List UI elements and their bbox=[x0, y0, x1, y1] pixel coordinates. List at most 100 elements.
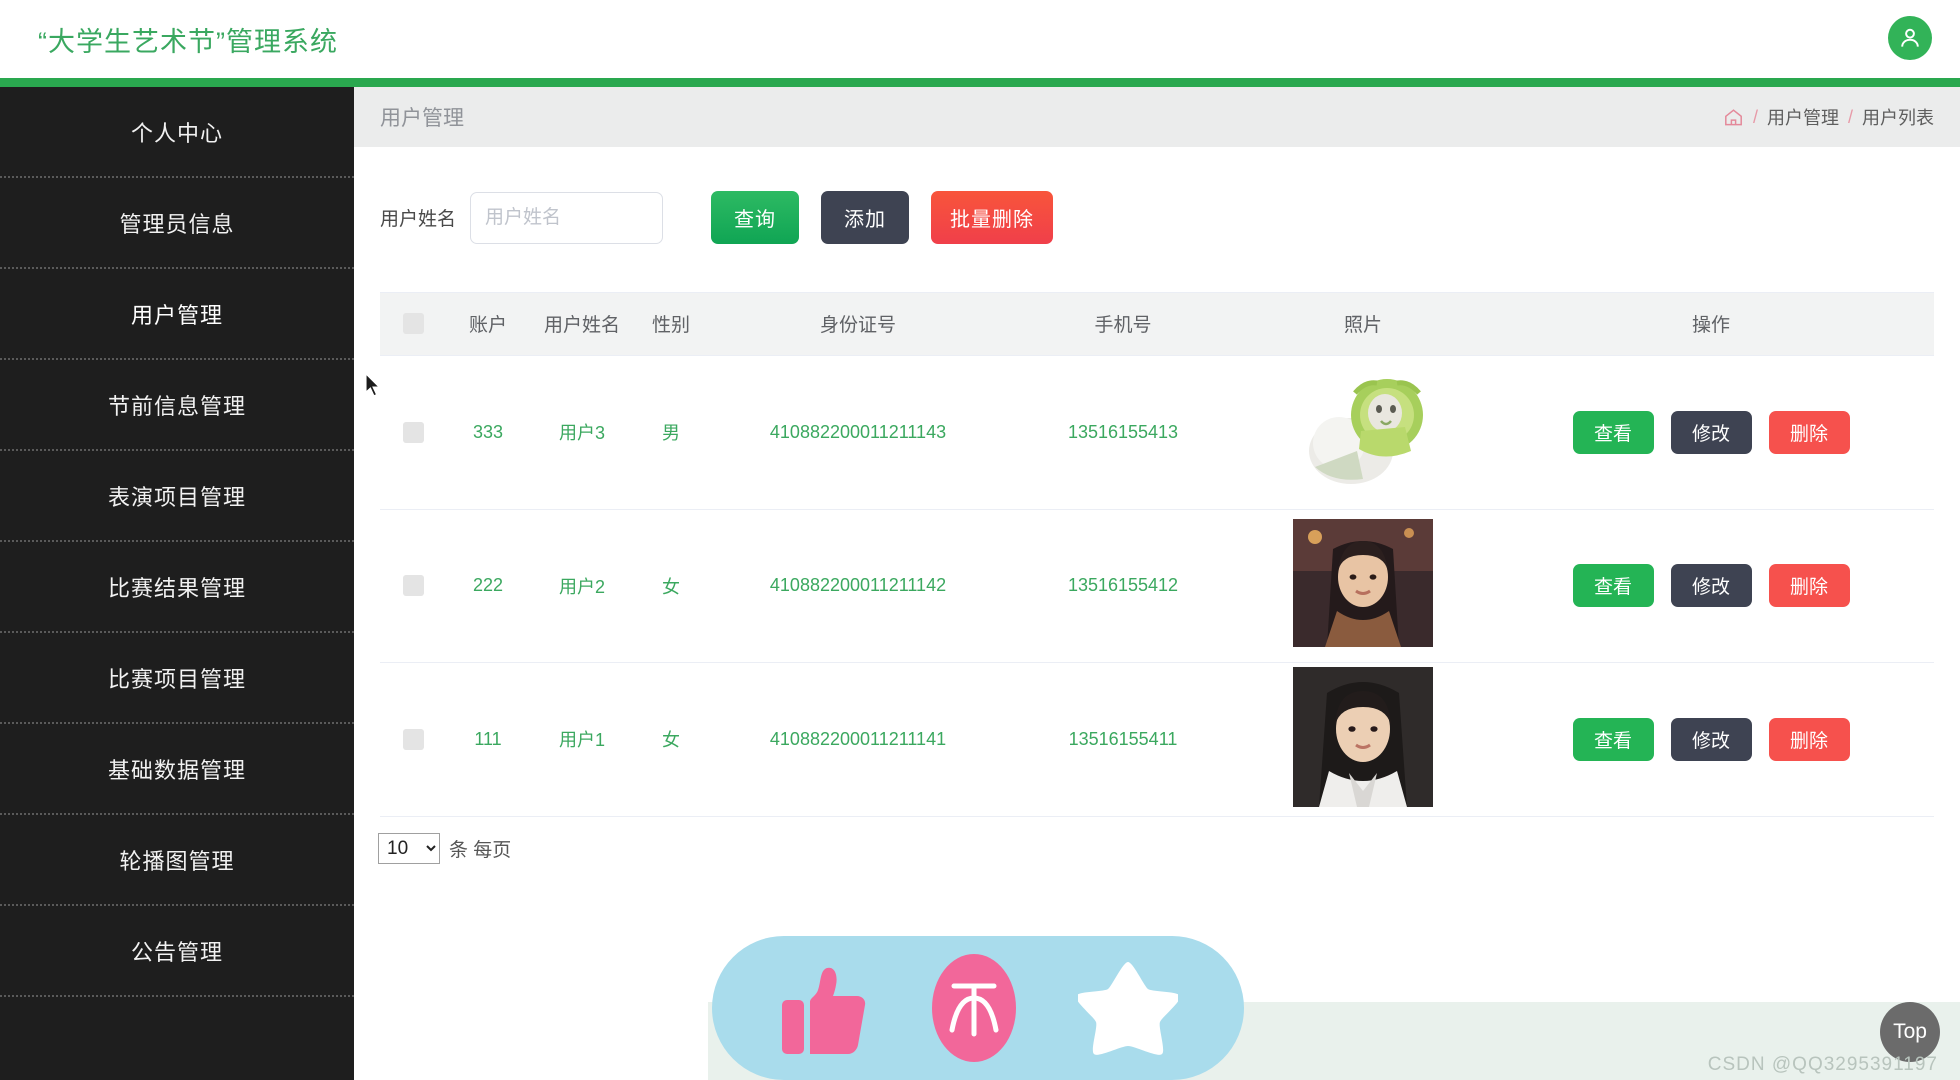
cell-gender: 女 bbox=[634, 662, 708, 817]
jade-cabbage-dog-photo[interactable] bbox=[1295, 371, 1431, 494]
row-select-cell[interactable] bbox=[380, 355, 446, 510]
edit-button[interactable]: 修改 bbox=[1670, 564, 1752, 607]
cell-gender: 女 bbox=[634, 509, 708, 663]
sidebar-item-user-management[interactable]: 用户管理 bbox=[0, 269, 354, 360]
row-select-cell[interactable] bbox=[380, 509, 446, 663]
column-header-phone: 手机号 bbox=[1008, 293, 1238, 356]
view-button[interactable]: 查看 bbox=[1572, 410, 1654, 454]
column-header-account: 账户 bbox=[446, 293, 530, 356]
top-header-bar: “大学生艺术节”管理系统 bbox=[0, 0, 1960, 78]
query-button[interactable]: 查询 bbox=[711, 191, 800, 244]
column-header-id-card: 身份证号 bbox=[708, 293, 1008, 356]
cell-actions: 查看 修改 删除 bbox=[1488, 355, 1934, 510]
edit-button[interactable]: 修改 bbox=[1670, 717, 1752, 761]
cell-id-card: 410882200011211141 bbox=[708, 662, 1008, 817]
row-checkbox[interactable] bbox=[402, 421, 424, 443]
cell-username: 用户1 bbox=[530, 662, 634, 817]
breadcrumb-separator-2: / bbox=[1847, 106, 1853, 127]
page-title: “大学生艺术节”管理系统 bbox=[38, 26, 338, 57]
table-row: 222 用户2 女 410882200011211142 13516155412 bbox=[380, 509, 1934, 663]
sidebar-item-contest-results[interactable]: 比赛结果管理 bbox=[0, 542, 354, 633]
cell-id-card: 410882200011211143 bbox=[708, 355, 1008, 510]
mouse-cursor bbox=[365, 373, 381, 397]
home-icon[interactable] bbox=[1723, 107, 1744, 128]
portrait-photo-glyph-icon bbox=[1293, 519, 1433, 647]
cell-photo bbox=[1238, 355, 1488, 510]
bulk-delete-button[interactable]: 批量删除 bbox=[931, 191, 1054, 244]
row-checkbox[interactable] bbox=[402, 575, 424, 597]
sidebar-item-label: 用户管理 bbox=[130, 302, 223, 328]
breadcrumb-separator-1: / bbox=[1752, 106, 1758, 127]
cell-phone: 13516155412 bbox=[1008, 509, 1238, 663]
row-action-group: 查看 修改 删除 bbox=[1488, 564, 1934, 607]
portrait-photo-2[interactable] bbox=[1293, 519, 1433, 652]
sidebar-item-label: 节前信息管理 bbox=[107, 393, 246, 419]
thumbs-up-glyph-icon bbox=[782, 967, 866, 1054]
cell-username: 用户2 bbox=[530, 509, 634, 663]
sidebar-item-performance-projects[interactable]: 表演项目管理 bbox=[0, 451, 354, 542]
umbrella-icon[interactable] bbox=[930, 952, 1018, 1064]
add-button[interactable]: 添加 bbox=[821, 191, 910, 244]
sidebar-item-carousel[interactable]: 轮播图管理 bbox=[0, 815, 354, 906]
page-header: 用户管理 / 用户管理 / 用户列表 bbox=[354, 87, 1960, 147]
sidebar-item-label: 比赛结果管理 bbox=[107, 575, 246, 601]
delete-button[interactable]: 删除 bbox=[1768, 564, 1850, 607]
search-input[interactable] bbox=[470, 191, 664, 244]
column-header-photo: 照片 bbox=[1238, 293, 1488, 356]
column-header-gender: 性别 bbox=[634, 293, 708, 356]
page-size-suffix-label: 条 每页 bbox=[449, 839, 512, 861]
column-header-username: 用户姓名 bbox=[530, 293, 634, 356]
page-size-select[interactable]: 10 20 50 100 bbox=[378, 832, 440, 864]
cell-phone: 13516155413 bbox=[1008, 355, 1238, 510]
sticker-bar bbox=[712, 936, 1244, 1080]
select-all-checkbox[interactable] bbox=[402, 313, 424, 335]
sidebar-nav: 个人中心 管理员信息 用户管理 节前信息管理 表演项目管理 比赛结果管理 比赛项… bbox=[0, 87, 354, 1080]
view-button[interactable]: 查看 bbox=[1572, 564, 1654, 607]
row-checkbox[interactable] bbox=[402, 728, 424, 750]
umbrella-glyph-icon bbox=[932, 954, 1016, 1062]
table-row: 111 用户1 女 410882200011211141 13516155411 bbox=[380, 662, 1934, 817]
table-header-row: 账户 用户姓名 性别 身份证号 手机号 照片 操作 bbox=[380, 293, 1934, 356]
sidebar-item-contest-projects[interactable]: 比赛项目管理 bbox=[0, 633, 354, 724]
cell-photo bbox=[1238, 509, 1488, 663]
cell-account: 111 bbox=[446, 662, 530, 817]
sidebar-item-label: 个人中心 bbox=[130, 120, 223, 146]
cell-id-card: 410882200011211142 bbox=[708, 509, 1008, 663]
breadcrumb: / 用户管理 / 用户列表 bbox=[1723, 104, 1934, 130]
sidebar-item-admin-info[interactable]: 管理员信息 bbox=[0, 178, 354, 269]
edit-button[interactable]: 修改 bbox=[1670, 410, 1752, 454]
pagination-bar: 10 20 50 100 条 每页 bbox=[354, 817, 1960, 864]
sidebar-item-personal-center[interactable]: 个人中心 bbox=[0, 87, 354, 178]
portrait-photo-glyph-icon bbox=[1293, 666, 1433, 807]
user-table: 账户 用户姓名 性别 身份证号 手机号 照片 操作 333 用户3 男 4108… bbox=[380, 292, 1934, 817]
delete-button[interactable]: 删除 bbox=[1768, 717, 1850, 761]
sidebar-item-label: 轮播图管理 bbox=[119, 848, 235, 874]
sidebar-item-base-data[interactable]: 基础数据管理 bbox=[0, 724, 354, 815]
back-to-top-button[interactable]: Top bbox=[1880, 1002, 1940, 1062]
select-all-header[interactable] bbox=[380, 293, 446, 356]
portrait-photo-1[interactable] bbox=[1293, 666, 1433, 812]
view-button[interactable]: 查看 bbox=[1572, 717, 1654, 761]
sidebar-item-pre-festival-info[interactable]: 节前信息管理 bbox=[0, 360, 354, 451]
breadcrumb-item-user-management[interactable]: 用户管理 bbox=[1767, 104, 1839, 130]
table-row: 333 用户3 男 410882200011211143 13516155413 bbox=[380, 355, 1934, 510]
delete-button[interactable]: 删除 bbox=[1768, 410, 1850, 454]
user-avatar-icon[interactable] bbox=[1888, 16, 1932, 60]
row-select-cell[interactable] bbox=[380, 662, 446, 817]
cell-account: 222 bbox=[446, 509, 530, 663]
star-glyph-icon bbox=[1078, 962, 1178, 1055]
row-action-group: 查看 修改 删除 bbox=[1488, 410, 1934, 454]
sidebar-item-announcements[interactable]: 公告管理 bbox=[0, 906, 354, 997]
row-action-group: 查看 修改 删除 bbox=[1488, 717, 1934, 761]
sidebar-item-label: 管理员信息 bbox=[119, 211, 235, 237]
cell-actions: 查看 修改 删除 bbox=[1488, 662, 1934, 817]
column-header-actions: 操作 bbox=[1488, 293, 1934, 356]
search-label: 用户姓名 bbox=[380, 209, 457, 230]
page-header-title: 用户管理 bbox=[380, 107, 464, 130]
thumbs-up-icon[interactable] bbox=[778, 958, 870, 1058]
jade-cabbage-dog-glyph-icon bbox=[1309, 378, 1423, 484]
star-icon[interactable] bbox=[1078, 958, 1178, 1058]
sidebar-item-label: 表演项目管理 bbox=[107, 484, 246, 510]
watermark-text: CSDN @QQ3295391197 bbox=[1707, 1054, 1938, 1075]
header-accent-divider bbox=[0, 78, 1960, 87]
